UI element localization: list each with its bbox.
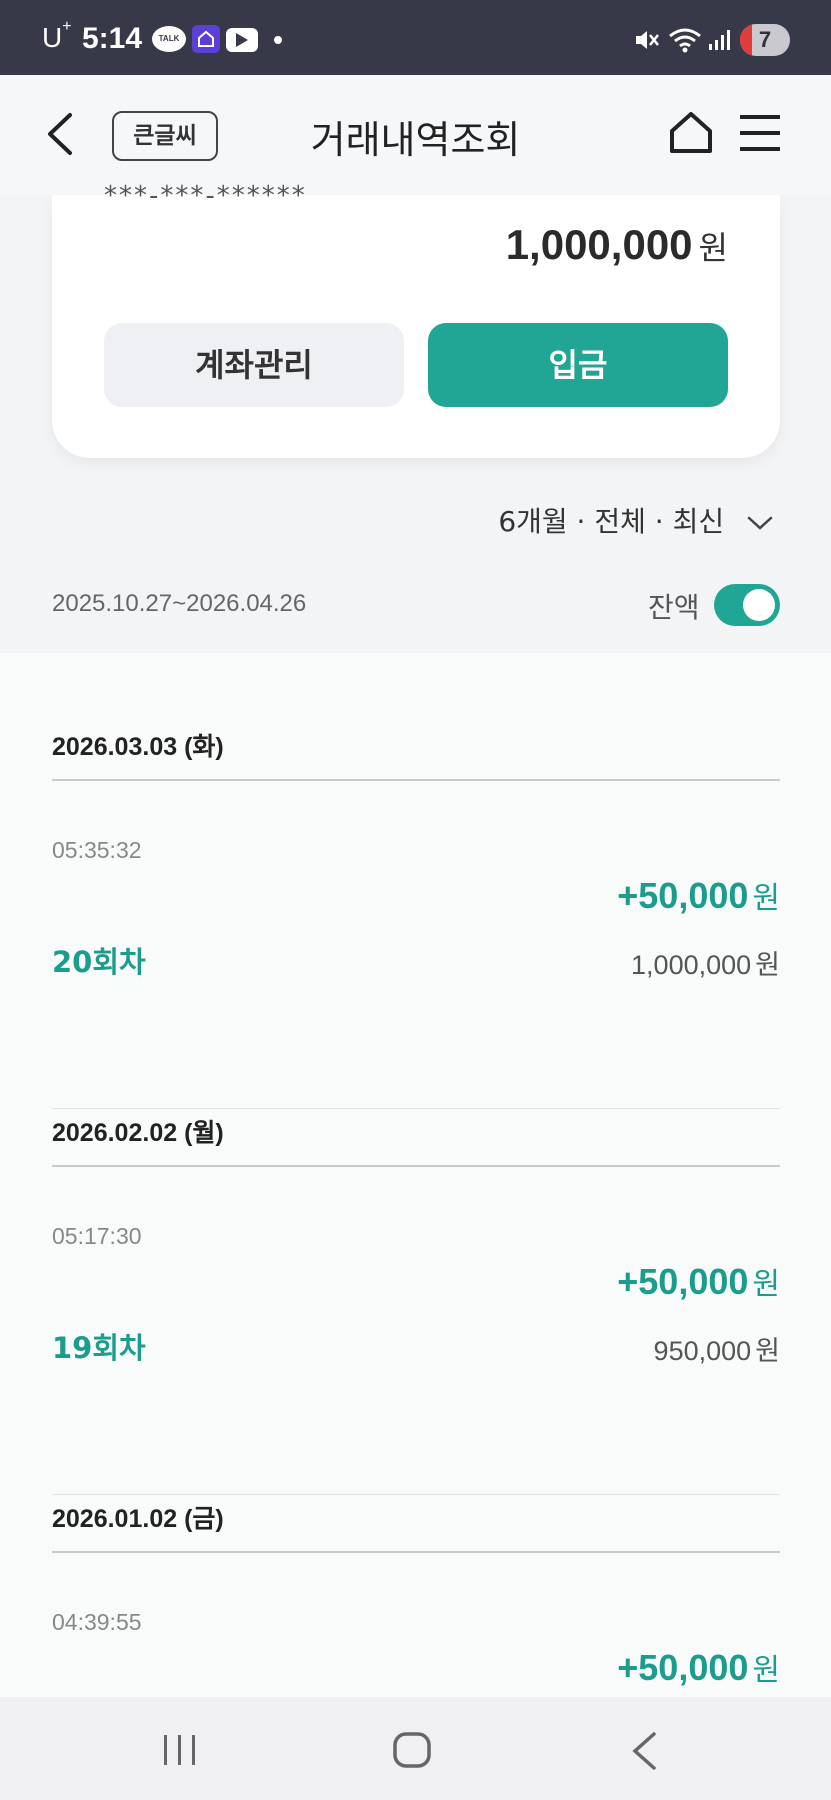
- mute-icon: [636, 31, 659, 49]
- transaction-time: 05:35:32: [52, 837, 142, 863]
- app-header: 큰글씨 거래내역조회: [0, 75, 831, 195]
- status-bar: U+ 5:14 TALK 7: [0, 0, 831, 75]
- system-navigation-bar: [0, 1697, 831, 1800]
- account-balance: 1,000,000 원: [505, 221, 728, 268]
- balance-toggle-label: 잔액: [648, 591, 700, 624]
- transaction-list: 2026.03.03 (화) 05:35:32 +50,000 원 20회차 1,…: [0, 653, 831, 1697]
- recent-apps-icon[interactable]: [162, 1733, 198, 1767]
- account-card: ***-***-****** 1,000,000 원 계좌관리 입금: [52, 181, 780, 458]
- transaction-date: 2026.01.02 (금): [52, 1505, 224, 1533]
- kakaotalk-icon: TALK: [152, 26, 186, 52]
- transaction-description-redacted: [52, 881, 332, 915]
- transaction-date: 2026.02.02 (월): [52, 1119, 224, 1147]
- filter-label: 6개월 · 전체 · 최신: [498, 505, 725, 538]
- account-manage-button[interactable]: 계좌관리: [104, 323, 404, 407]
- balance-toggle[interactable]: [714, 584, 780, 626]
- filter-dropdown[interactable]: 6개월 · 전체 · 최신: [498, 500, 773, 540]
- transaction-round: 19회차: [52, 1331, 146, 1365]
- chevron-down-icon: [747, 516, 773, 530]
- deposit-button[interactable]: 입금: [428, 323, 728, 407]
- home-app-icon: [192, 25, 220, 53]
- transaction-time: 05:17:30: [52, 1223, 142, 1249]
- notification-dot-icon: [274, 36, 282, 44]
- transaction-balance: 1,000,000 원: [631, 950, 780, 980]
- date-range: 2025.10.27~2026.04.26: [52, 590, 307, 617]
- wifi-icon: [669, 28, 701, 53]
- back-nav-icon[interactable]: [630, 1731, 658, 1771]
- home-nav-icon[interactable]: [392, 1731, 432, 1769]
- transaction-amount[interactable]: +50,000 원: [617, 1645, 780, 1689]
- menu-icon[interactable]: [740, 113, 780, 153]
- transaction-amount[interactable]: +50,000 원: [617, 873, 780, 917]
- home-icon[interactable]: [668, 109, 714, 155]
- youtube-icon: [226, 28, 258, 52]
- transaction-round: 20회차: [52, 945, 146, 979]
- status-time: 5:14: [82, 22, 143, 55]
- transaction-balance: 950,000 원: [653, 1336, 780, 1366]
- transaction-time: 04:39:55: [52, 1609, 142, 1635]
- account-number: ***-***-******: [104, 181, 307, 211]
- carrier-label: U+: [42, 17, 72, 53]
- battery-indicator: 7: [740, 24, 790, 56]
- signal-icon: [709, 30, 730, 50]
- transaction-date: 2026.03.03 (화): [52, 733, 224, 761]
- transaction-description-redacted: [52, 1267, 332, 1301]
- transaction-amount[interactable]: +50,000 원: [617, 1259, 780, 1303]
